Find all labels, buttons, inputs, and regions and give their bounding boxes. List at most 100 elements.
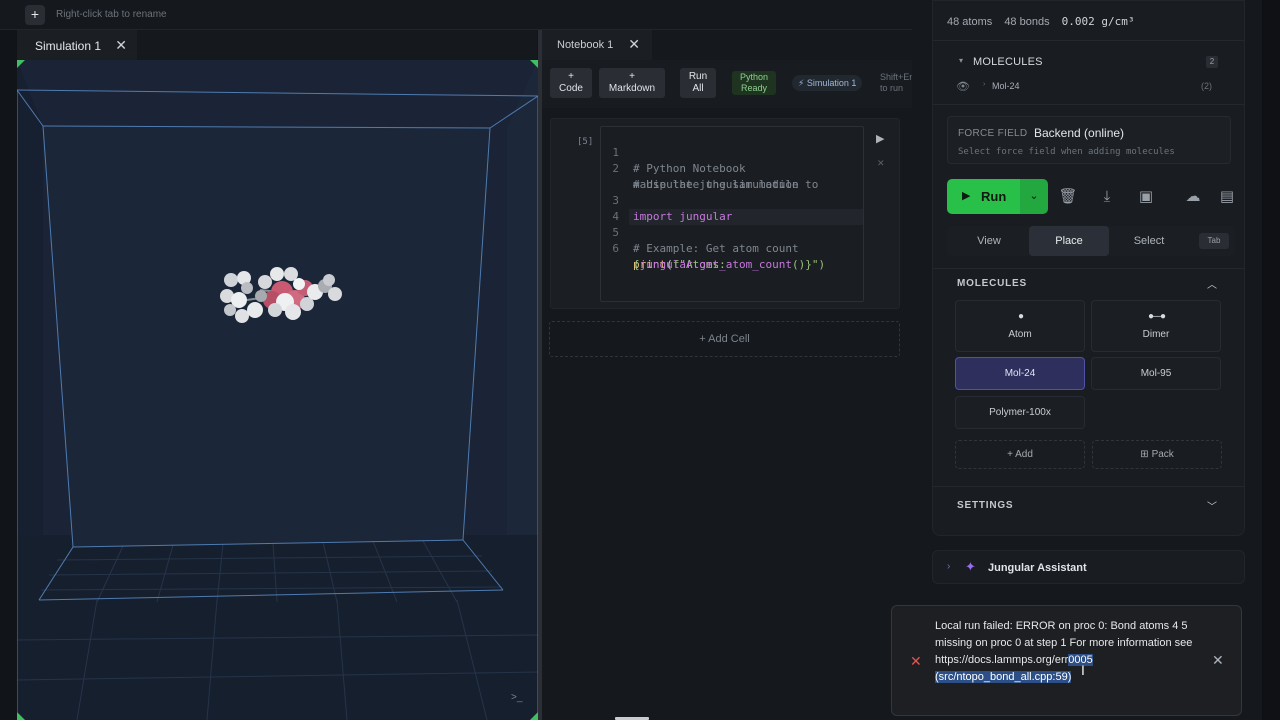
tab-simulation-1[interactable]: Simulation 1 ✕: [17, 30, 137, 60]
settings-section-title[interactable]: SETTINGS: [957, 500, 1013, 511]
code-text: manipulate the simulation: [633, 178, 799, 191]
molecule-name: Mol-24: [992, 81, 1020, 91]
molecule-card-mol-24[interactable]: Mol-24: [955, 357, 1085, 390]
chevron-down-icon[interactable]: ﹀: [1207, 498, 1217, 513]
code-line: 3 import jungular: [601, 177, 732, 223]
play-icon[interactable]: ▶: [876, 132, 884, 145]
code-editor[interactable]: 1 # Python Notebook 2 # Use the jungular…: [600, 126, 864, 302]
button-label: Markdown: [608, 83, 656, 94]
text-cursor-icon: I: [1081, 662, 1085, 678]
add-molecule-button[interactable]: + Add: [955, 440, 1085, 469]
force-field-label: FORCE FIELD: [958, 128, 1028, 139]
scrollbar-gutter: [1262, 0, 1280, 720]
execution-count: [5]: [577, 137, 594, 147]
mode-select-button[interactable]: Select: [1109, 226, 1189, 256]
density-value: 0.002 g/cm³: [1061, 15, 1135, 28]
molecule-card-dimer[interactable]: ●—● Dimer: [1091, 300, 1221, 352]
atom-icon: ●: [1017, 311, 1024, 322]
tab-label: Simulation 1: [35, 39, 102, 53]
delete-cell-icon[interactable]: ✕: [877, 158, 885, 169]
simulation-viewport[interactable]: >_: [17, 60, 538, 720]
code-line: 2 # Use the jungular module to: [601, 145, 818, 191]
code-string: {: [633, 258, 640, 271]
add-code-cell-button[interactable]: + Code: [550, 68, 592, 98]
close-icon[interactable]: ✕: [115, 37, 127, 54]
chevron-down-icon[interactable]: ▾: [959, 56, 963, 65]
add-cell-button[interactable]: + Add Cell: [549, 321, 900, 357]
force-field-selector[interactable]: FORCE FIELD Backend (online) Select forc…: [947, 116, 1231, 164]
tab-notebook-1[interactable]: Notebook 1 ✕: [542, 30, 652, 60]
code-line: {jungular.get_atom_count()}"): [601, 241, 825, 271]
card-label: Atom: [1008, 329, 1032, 340]
run-all-button[interactable]: Run All: [680, 68, 716, 98]
divider: [932, 40, 1245, 41]
code-line: 4: [601, 193, 628, 223]
code-line: 6 print(f"Atoms:: [601, 225, 725, 271]
button-label: Code: [559, 83, 583, 94]
tab-shortcut-badge: Tab: [1199, 233, 1229, 249]
chevron-down-icon: ⌄: [1029, 190, 1039, 202]
error-toast: ✕ Local run failed: ERROR on proc 0: Bon…: [891, 605, 1242, 716]
simulation-link-badge[interactable]: ⚡ Simulation 1: [792, 75, 863, 91]
grid-icon: ⊞: [1140, 449, 1149, 460]
mode-view-button[interactable]: View: [949, 226, 1029, 256]
chevron-right-icon[interactable]: ›: [983, 81, 985, 88]
image-icon[interactable]: ▣: [1131, 179, 1161, 214]
eye-icon[interactable]: 👁: [956, 80, 970, 93]
plus-icon: +: [629, 71, 635, 82]
add-markdown-cell-button[interactable]: + Markdown: [599, 68, 665, 98]
top-bar: + Right-click tab to rename: [0, 0, 912, 30]
cloud-upload-icon[interactable]: ☁: [1178, 179, 1208, 214]
hint-text: Shift+Enter: [880, 72, 912, 82]
divider: [932, 104, 1245, 105]
plus-icon: +: [568, 71, 574, 82]
pack-button[interactable]: ⊞ Pack: [1092, 440, 1222, 469]
tab-label: Notebook 1: [557, 39, 614, 51]
molecule-card-polymer[interactable]: Polymer-100x: [955, 396, 1085, 429]
molecule-card-atom[interactable]: ● Atom: [955, 300, 1085, 352]
simulation-box-svg: [17, 60, 538, 720]
atom-count: 48 atoms: [947, 16, 993, 28]
dimer-icon: ●—●: [1147, 311, 1166, 322]
notebook-toolbar: + Code + Markdown Run All Python Ready ⚡…: [542, 60, 912, 108]
simulation-tab-bar: Simulation 1 ✕: [17, 30, 537, 60]
mode-selector: View Place Select Tab: [947, 226, 1235, 256]
download-icon[interactable]: ⤓: [1092, 179, 1122, 214]
force-field-value: Backend (online): [1034, 126, 1125, 140]
molecule-card-mol-95[interactable]: Mol-95: [1091, 357, 1221, 390]
error-icon: ✕: [910, 653, 922, 669]
mode-place-button[interactable]: Place: [1029, 226, 1109, 256]
close-icon[interactable]: ✕: [1212, 652, 1224, 669]
run-options-dropdown[interactable]: ⌄: [1020, 179, 1048, 214]
add-tab-button[interactable]: +: [25, 5, 45, 25]
status-text: Python: [739, 72, 769, 82]
code-line: 1 # Python Notebook: [601, 129, 745, 175]
run-button[interactable]: ▶ Run: [947, 179, 1020, 214]
code-text: jungular: [672, 210, 733, 223]
button-label: All: [692, 83, 704, 94]
code-string: ()}"): [791, 258, 826, 271]
trash-icon[interactable]: 🗑: [1053, 179, 1083, 214]
assistant-panel-header[interactable]: › ✦ Jungular Assistant: [932, 550, 1245, 584]
terminal-icon[interactable]: >_: [511, 692, 522, 703]
pack-label: Pack: [1151, 449, 1174, 460]
layout-icon[interactable]: ▤: [1212, 179, 1242, 214]
code-line: 5 # Example: Get atom count: [601, 209, 798, 255]
code-text: # Example: Get atom count: [633, 242, 799, 255]
play-icon: ▶: [962, 190, 971, 202]
molecules-list-header[interactable]: MOLECULES: [973, 56, 1043, 68]
code-text: # Python Notebook: [633, 162, 746, 175]
close-icon[interactable]: ✕: [628, 36, 640, 53]
error-message[interactable]: Local run failed: ERROR on proc 0: Bond …: [935, 618, 1205, 686]
divider: [932, 268, 1245, 269]
notebook-tab-bar: Notebook 1 ✕: [542, 30, 912, 60]
divider: [932, 486, 1245, 487]
code-line: manipulate the simulation: [601, 161, 799, 191]
bond-count: 48 bonds: [1004, 16, 1050, 28]
hint-text: to run: [880, 83, 904, 93]
button-label: Run: [688, 71, 708, 82]
list-item[interactable]: 👁 › Mol-24 (2): [956, 80, 1220, 94]
chevron-up-icon[interactable]: ︿: [1207, 276, 1217, 291]
molecules-section-title[interactable]: MOLECULES: [957, 278, 1027, 289]
sparkle-icon: ✦: [965, 559, 976, 574]
